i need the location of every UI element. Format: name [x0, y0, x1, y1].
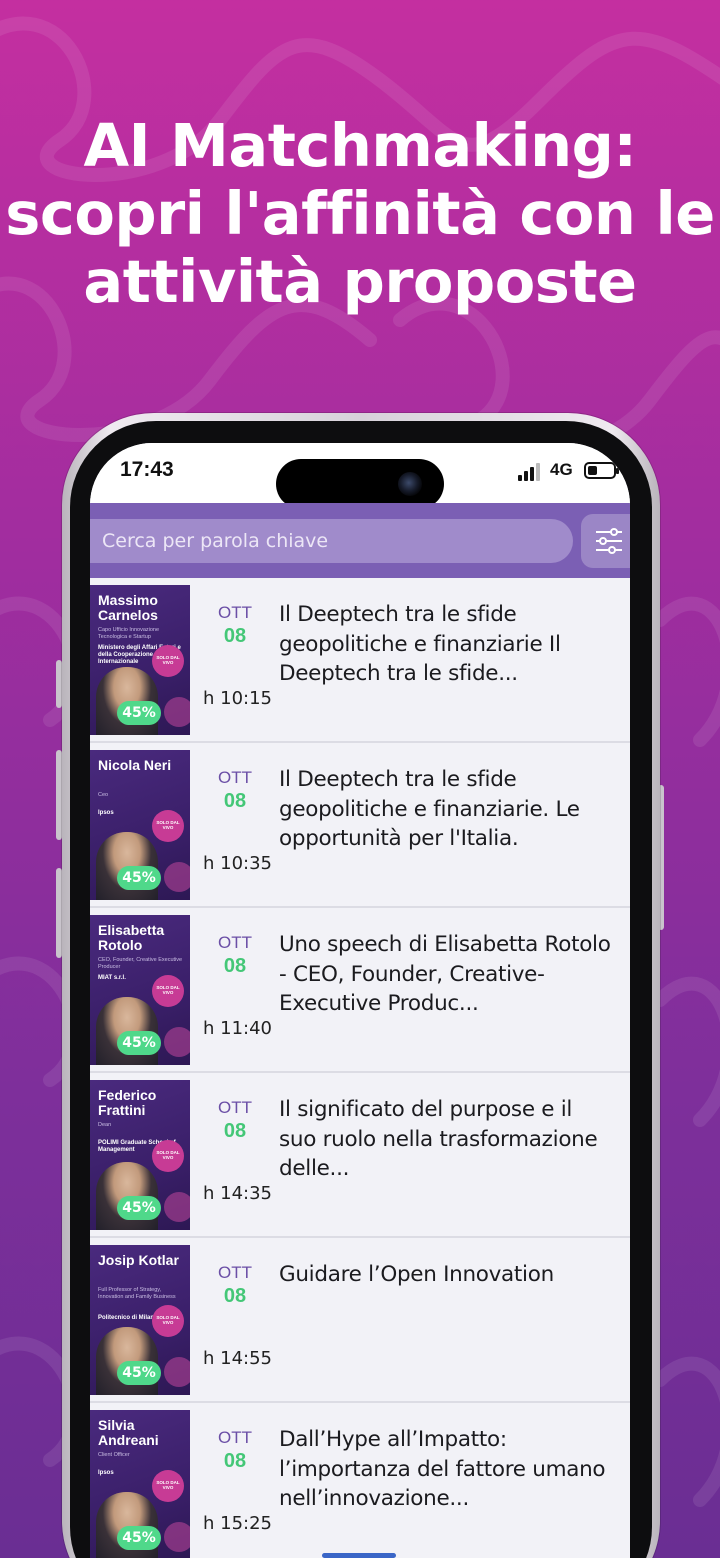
event-date: OTT 08 — [203, 767, 267, 813]
event-title: Il significato del purpose e il suo ruol… — [279, 1097, 598, 1181]
event-time: h 11:40 — [203, 1018, 273, 1039]
live-stamp: SOLO DAL VIVO — [152, 1470, 184, 1502]
speaker-card: Federico Frattini Dean POLIMI Graduate S… — [90, 1080, 190, 1230]
battery-icon — [584, 462, 619, 479]
event-month: OTT — [218, 1428, 252, 1447]
event-time: h 10:15 — [203, 688, 273, 709]
filter-button[interactable] — [581, 514, 630, 568]
event-month: OTT — [218, 603, 252, 622]
decorative-blob — [164, 1357, 190, 1387]
event-day: 08 — [223, 625, 247, 647]
event-date: OTT 08 — [203, 1097, 267, 1143]
search-bar: Cerca per parola chiave — [90, 503, 630, 578]
match-badge: 45% — [117, 701, 161, 725]
phone-screen: 17:43 4G Cerca per parola chiave Massimo… — [90, 443, 630, 1558]
event-day: 08 — [223, 1450, 247, 1472]
network-type: 4G — [550, 460, 573, 479]
event-date: OTT 08 — [203, 1427, 267, 1473]
dynamic-island — [276, 459, 444, 509]
speaker-card: Elisabetta Rotolo CEO, Founder, Creative… — [90, 915, 190, 1065]
speaker-role: Dean — [98, 1122, 112, 1128]
event-month: OTT — [218, 1098, 252, 1117]
status-bar: 17:43 4G — [90, 443, 630, 509]
speaker-card: Massimo Carnelos Capo Ufficio Innovazion… — [90, 585, 190, 735]
status-time: 17:43 — [120, 458, 174, 481]
decorative-blob — [164, 1522, 190, 1552]
scroll-indicator — [322, 1553, 396, 1558]
event-time: h 10:35 — [203, 853, 273, 874]
live-stamp: SOLO DAL VIVO — [152, 810, 184, 842]
decorative-blob — [164, 697, 190, 727]
speaker-card: Silvia Andreani Client Officer Ipsos SOL… — [90, 1410, 190, 1558]
speaker-name: Elisabetta Rotolo — [98, 922, 165, 953]
event-date: OTT 08 — [203, 602, 267, 648]
event-row[interactable]: Silvia Andreani Client Officer Ipsos SOL… — [90, 1403, 630, 1558]
event-row[interactable]: Josip Kotlar Full Professor of Strategy,… — [90, 1238, 630, 1403]
decorative-blob — [164, 862, 190, 892]
event-time: h 14:35 — [203, 1183, 273, 1204]
event-row[interactable]: Nicola Neri Ceo Ipsos SOLO DAL VIVO 45% … — [90, 743, 630, 908]
speaker-role: Client Officer — [98, 1452, 130, 1458]
event-month: OTT — [218, 1263, 252, 1282]
speaker-name: Massimo Carnelos — [98, 592, 158, 623]
live-stamp: SOLO DAL VIVO — [152, 645, 184, 677]
event-time: h 15:25 — [203, 1513, 273, 1534]
live-stamp: SOLO DAL VIVO — [152, 975, 184, 1007]
match-badge: 45% — [117, 1526, 161, 1550]
event-month: OTT — [218, 768, 252, 787]
event-list: Massimo Carnelos Capo Ufficio Innovazion… — [90, 578, 630, 1558]
speaker-name: Federico Frattini — [98, 1087, 157, 1118]
event-title: Il Deeptech tra le sfide geopolitiche e … — [279, 602, 561, 686]
decorative-blob — [164, 1192, 190, 1222]
match-badge: 45% — [117, 1031, 161, 1055]
match-badge: 45% — [117, 866, 161, 890]
decorative-blob — [164, 1027, 190, 1057]
event-title: Uno speech di Elisabetta Rotolo - CEO, F… — [279, 932, 611, 1016]
event-time: h 14:55 — [203, 1348, 273, 1369]
speaker-name: Josip Kotlar — [98, 1252, 179, 1268]
page-headline: AI Matchmaking: scopri l'affinità con le… — [5, 111, 715, 316]
speaker-role: Ceo — [98, 792, 109, 798]
speaker-name: Nicola Neri — [98, 757, 172, 773]
search-input[interactable]: Cerca per parola chiave — [90, 519, 573, 563]
event-day: 08 — [223, 955, 247, 977]
event-day: 08 — [223, 790, 247, 812]
event-date: OTT 08 — [203, 932, 267, 978]
speaker-role: CEO, Founder, Creative Executive Produce… — [98, 957, 183, 970]
live-stamp: SOLO DAL VIVO — [152, 1305, 184, 1337]
match-badge: 45% — [117, 1361, 161, 1385]
speaker-card: Nicola Neri Ceo Ipsos SOLO DAL VIVO 45% — [90, 750, 190, 900]
match-badge: 45% — [117, 1196, 161, 1220]
event-day: 08 — [223, 1285, 247, 1307]
event-month: OTT — [218, 933, 252, 952]
sliders-icon — [596, 528, 622, 554]
event-row[interactable]: Massimo Carnelos Capo Ufficio Innovazion… — [90, 578, 630, 743]
event-row[interactable]: Elisabetta Rotolo CEO, Founder, Creative… — [90, 908, 630, 1073]
event-title: Il Deeptech tra le sfide geopolitiche e … — [279, 767, 580, 851]
speaker-name: Silvia Andreani — [98, 1417, 159, 1448]
event-date: OTT 08 — [203, 1262, 267, 1308]
speaker-card: Josip Kotlar Full Professor of Strategy,… — [90, 1245, 190, 1395]
event-title: Guidare l’Open Innovation — [279, 1262, 554, 1287]
signal-icon — [518, 463, 544, 481]
live-stamp: SOLO DAL VIVO — [152, 1140, 184, 1172]
event-row[interactable]: Federico Frattini Dean POLIMI Graduate S… — [90, 1073, 630, 1238]
event-day: 08 — [223, 1120, 247, 1142]
front-camera-icon — [398, 472, 422, 496]
speaker-role: Full Professor of Strategy, Innovation a… — [98, 1287, 176, 1300]
event-title: Dall’Hype all’Impatto: l’importanza del … — [279, 1427, 606, 1511]
speaker-role: Capo Ufficio Innovazione Tecnologica e S… — [98, 627, 160, 640]
